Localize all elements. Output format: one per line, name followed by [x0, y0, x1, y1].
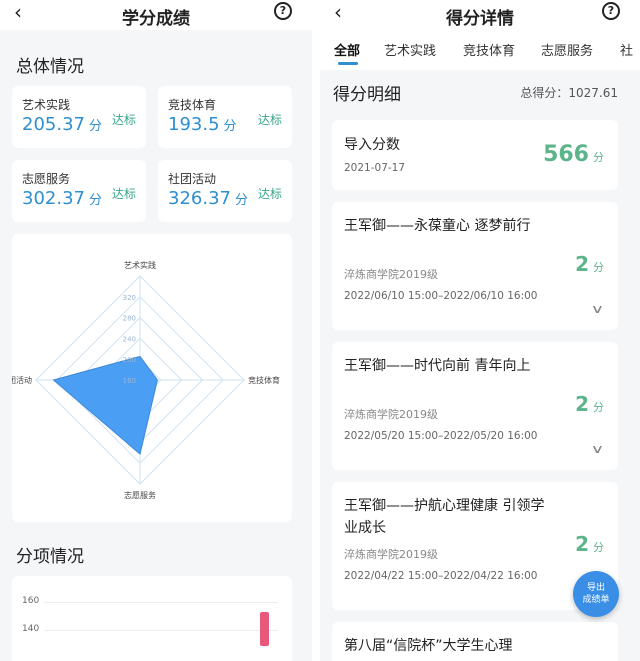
tab-all[interactable]: 全部 [334, 40, 360, 59]
left-header: ‹ 学分成绩 ? [0, 0, 312, 30]
active-tab-indicator [338, 62, 358, 65]
page-title: 学分成绩 [122, 9, 190, 29]
bar-gridline [44, 602, 278, 603]
status-badge: 达标 [111, 187, 136, 201]
entry-title: 王军御——时代向前 青年向上 [344, 358, 531, 374]
list-item[interactable]: 王军御——时代向前 青年向上 淬炼商学院2019级 2022/05/20 15:… [332, 342, 618, 470]
stat-card-volunteer[interactable]: 志愿服务 302.37 分 达标 [12, 160, 146, 222]
entry-time: 2022/06/10 15:00–2022/06/10 16:00 [344, 290, 538, 302]
entry-points: 2分 [575, 532, 604, 556]
tab-sports[interactable]: 竞技体育 [463, 40, 515, 59]
entry-points: 2分 [575, 392, 604, 416]
stat-value: 205.37 分 [22, 114, 102, 135]
right-screen-score-details: ‹ 得分详情 ? 全部 艺术实践 竞技体育 志愿服务 社 得分明细 总得分：10… [320, 0, 640, 661]
status-badge: 达标 [257, 113, 282, 127]
radar-tick-label: 280 [123, 315, 136, 323]
radar-chart-card: 160 200 240 280 320 艺术实践竞技体育志愿服务 社团活动 [12, 234, 292, 522]
import-score-card[interactable]: 导入分数 2021-07-17 566 分 [332, 120, 618, 190]
entry-time: 2022/04/22 15:00–2022/04/22 16:00 [344, 570, 538, 582]
stat-name: 竞技体育 [168, 98, 217, 112]
radar-tick-label: 200 [123, 356, 136, 364]
stat-name: 艺术实践 [22, 98, 71, 112]
page-title: 得分详情 [446, 9, 514, 29]
stat-card-sports[interactable]: 竞技体育 193.5 分 达标 [158, 86, 292, 148]
radar-tick-label: 160 [123, 377, 136, 385]
tab-volunteer[interactable]: 志愿服务 [541, 40, 593, 59]
entry-title: 第八届“信院杯”大学生心理 [344, 638, 513, 654]
stat-name: 志愿服务 [22, 172, 71, 186]
entry-date: 2021-07-17 [344, 162, 406, 174]
radar-axis-label: 志愿服务 [124, 490, 156, 500]
stat-value: 326.37 分 [168, 188, 248, 209]
overview-section-title: 总体情况 [16, 57, 84, 77]
breakdown-section-title: 分项情况 [16, 547, 84, 567]
radar-axis-label: 艺术实践 [124, 260, 156, 270]
stat-value: 302.37 分 [22, 188, 102, 209]
entry-time: 2022/05/20 15:00–2022/05/20 16:00 [344, 430, 538, 442]
stat-card-clubs[interactable]: 社团活动 326.37 分 达标 [158, 160, 292, 222]
export-transcript-button[interactable]: 导出 成绩单 [573, 571, 619, 617]
entry-title: 导入分数 [344, 137, 400, 153]
list-item[interactable]: 王军御——永葆童心 逐梦前行 淬炼商学院2019级 2022/06/10 15:… [332, 202, 618, 330]
radar-axis-label: 社团活动 [12, 375, 32, 385]
help-icon[interactable]: ? [274, 2, 292, 20]
tab-art-practice[interactable]: 艺术实践 [384, 40, 436, 59]
radar-tick-label: 240 [123, 335, 136, 343]
entry-organizer: 淬炼商学院2019级 [344, 268, 438, 281]
stat-value: 193.5 分 [168, 114, 237, 135]
entry-points: 2分 [575, 252, 604, 276]
detail-section-title: 得分明细 [333, 85, 401, 105]
chevron-down-icon[interactable]: ∨ [591, 442, 605, 456]
chevron-down-icon[interactable]: ∨ [591, 302, 605, 316]
entry-organizer: 淬炼商学院2019级 [344, 548, 438, 561]
bar-chart-card: 160 140 [12, 576, 292, 661]
entry-organizer: 淬炼商学院2019级 [344, 408, 438, 421]
entry-points: 566 分 [543, 142, 604, 167]
chart-bar [260, 612, 269, 646]
radar-tick-label: 320 [123, 294, 136, 302]
bar-gridline [44, 630, 278, 631]
stat-name: 社团活动 [168, 172, 217, 186]
category-tabs: 全部 艺术实践 竞技体育 志愿服务 社 [320, 30, 640, 70]
entry-title: 王军御——护航心理健康 引领学业成长 [344, 498, 545, 536]
entry-title: 王军御——永葆童心 逐梦前行 [344, 218, 531, 234]
screen-divider [312, 0, 320, 661]
status-badge: 达标 [257, 187, 282, 201]
radar-data-area [52, 355, 158, 455]
left-screen-credit-scores: ‹ 学分成绩 ? 总体情况 艺术实践 205.37 分 达标 竞技体育 193.5… [0, 0, 312, 661]
radar-chart: 160 200 240 280 320 艺术实践竞技体育志愿服务 社团活动 [12, 260, 280, 500]
list-item[interactable]: 第八届“信院杯”大学生心理 [332, 622, 618, 661]
bar-tick-label: 140 [22, 624, 40, 634]
help-icon[interactable]: ? [602, 2, 620, 20]
right-header: ‹ 得分详情 ? [320, 0, 640, 30]
stat-card-art-practice[interactable]: 艺术实践 205.37 分 达标 [12, 86, 146, 148]
status-badge: 达标 [111, 113, 136, 127]
tab-clubs[interactable]: 社 [620, 40, 633, 59]
bar-tick-label: 160 [22, 596, 40, 606]
radar-axis-label: 竞技体育 [248, 375, 280, 385]
total-score: 总得分：1027.61 [520, 86, 618, 100]
